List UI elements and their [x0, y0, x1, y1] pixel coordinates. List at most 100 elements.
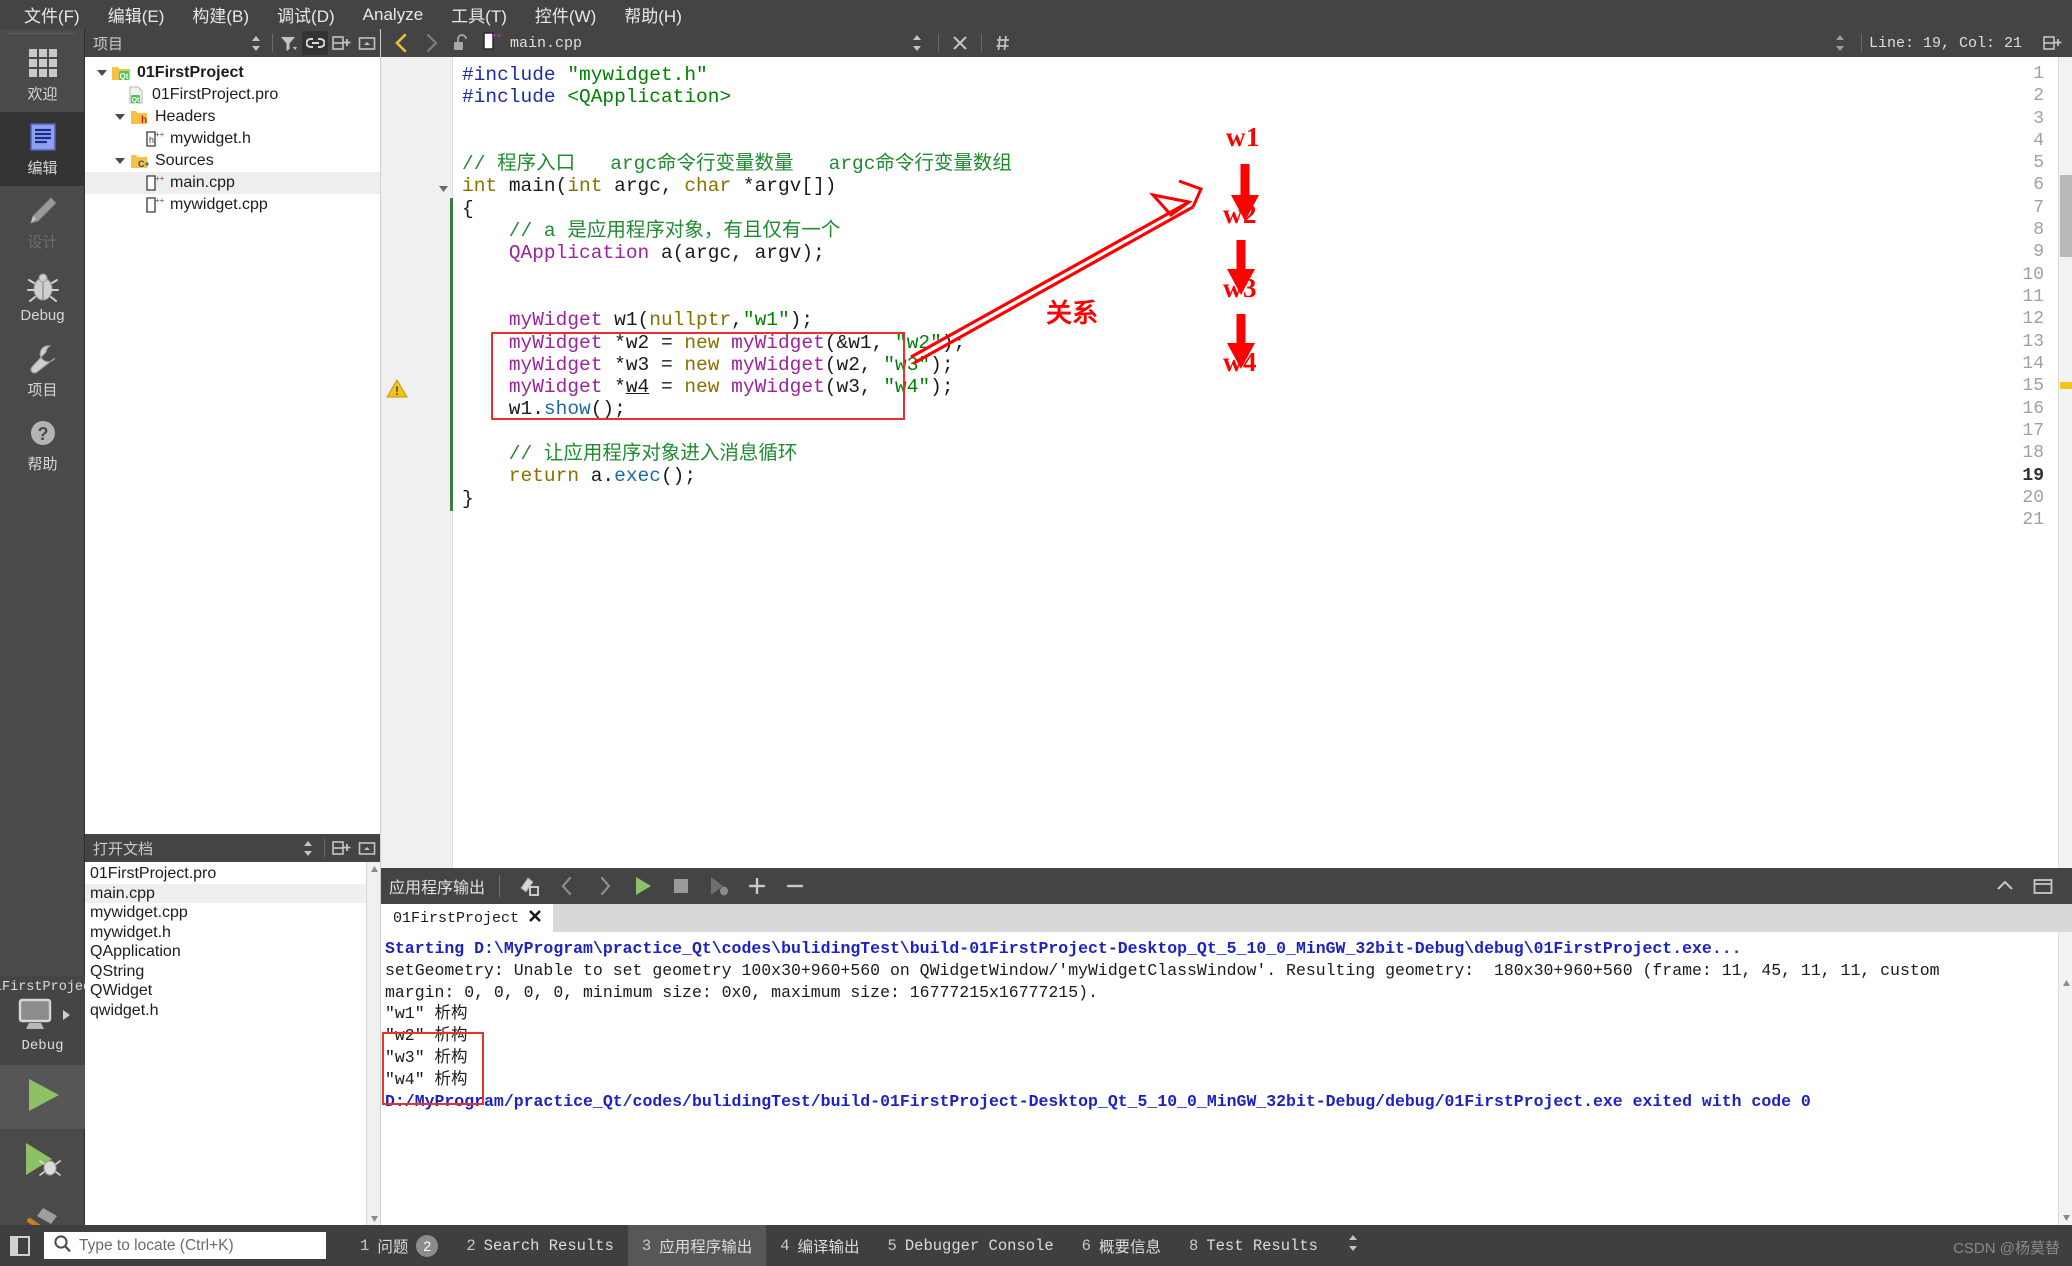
mode-help[interactable]: ? 帮助	[0, 408, 85, 482]
svg-text:!: !	[395, 384, 399, 398]
warning-icon[interactable]: !	[386, 379, 408, 404]
split-add-icon[interactable]	[328, 836, 354, 860]
line-col-indicator: Line: 19, Col: 21	[1868, 34, 2022, 52]
fold-marker-icon[interactable]	[438, 181, 450, 199]
divider	[938, 34, 939, 52]
sb-item-application-output[interactable]: 3 应用程序输出	[627, 1225, 767, 1266]
open-documents-scrollbar[interactable]	[366, 862, 380, 1226]
close-x-icon[interactable]	[946, 30, 974, 56]
mode-debug[interactable]: Debug	[0, 260, 85, 334]
menu-file[interactable]: 文件(F)	[10, 0, 94, 30]
locator-input[interactable]: Type to locate (Ctrl+K)	[44, 1232, 326, 1259]
sb-label: Debugger Console	[904, 1236, 1054, 1255]
tree-item-mywidget-h[interactable]: h ++ mywidget.h	[85, 128, 380, 150]
debug-icon[interactable]	[702, 871, 736, 901]
hash-icon[interactable]	[989, 30, 1017, 56]
tree-item-headers[interactable]: h Headers	[85, 106, 380, 128]
chevron-down-icon[interactable]	[93, 70, 111, 76]
unlock-icon[interactable]	[447, 30, 475, 56]
link-icon[interactable]	[302, 31, 328, 55]
sb-item-general-messages[interactable]: 6 概要信息	[1068, 1225, 1175, 1266]
chevron-down-icon[interactable]	[111, 114, 129, 120]
split-add-icon[interactable]	[328, 31, 354, 55]
editor-scrollbar-thumb[interactable]	[2060, 175, 2072, 257]
output-scrollbar[interactable]	[2058, 932, 2072, 1225]
mode-projects[interactable]: 项目	[0, 334, 85, 408]
stop-icon[interactable]	[664, 871, 698, 901]
sort-filter-icon[interactable]	[243, 31, 269, 55]
tree-item-sources[interactable]: C++ Sources	[85, 150, 380, 172]
split-add-icon[interactable]	[2038, 30, 2066, 56]
scroll-down-icon[interactable]	[2059, 1211, 2072, 1225]
zoom-out-icon[interactable]	[778, 871, 812, 901]
menu-build[interactable]: 构建(B)	[178, 0, 263, 30]
sb-item-issues[interactable]: 1 问题 2	[346, 1225, 452, 1266]
menu-help[interactable]: 帮助(H)	[610, 0, 696, 30]
doc-item-1[interactable]: main.cpp	[85, 883, 380, 903]
tree-item-main-cpp[interactable]: ++ main.cpp	[85, 172, 380, 194]
play-icon	[21, 1075, 65, 1120]
play-bug-icon	[20, 1139, 66, 1184]
updown-arrows-icon[interactable]	[903, 30, 931, 56]
chevron-right-icon[interactable]	[417, 30, 445, 56]
clear-output-icon[interactable]	[512, 871, 546, 901]
menu-edit[interactable]: 编辑(E)	[94, 0, 179, 30]
doc-item-6[interactable]: QWidget	[85, 981, 380, 1001]
run-button[interactable]	[0, 1065, 85, 1129]
issues-count-badge: 2	[416, 1234, 439, 1257]
collapse-icon[interactable]	[354, 31, 380, 55]
divider	[1860, 34, 1862, 52]
next-item-icon[interactable]	[588, 871, 622, 901]
sort-icon[interactable]	[295, 836, 321, 860]
output-text[interactable]: Starting D:\MyProgram\practice_Qt\codes\…	[381, 932, 2072, 1225]
mode-design[interactable]: 设计	[0, 186, 85, 260]
updown-arrows-icon[interactable]	[1332, 1234, 1374, 1257]
chevron-up-icon[interactable]	[1988, 871, 2022, 901]
scroll-up-icon[interactable]	[367, 862, 381, 876]
hpp-file-icon: h ++	[144, 130, 165, 148]
editor-file-selector[interactable]: ++ main.cpp	[481, 30, 901, 57]
sb-item-search-results[interactable]: 2 Search Results	[452, 1225, 628, 1266]
sb-item-compile-output[interactable]: 4 编译输出	[766, 1225, 873, 1266]
tree-item-project[interactable]: Qt 01FirstProject	[85, 62, 380, 84]
doc-item-7[interactable]: qwidget.h	[85, 1001, 380, 1021]
menu-debug[interactable]: 调试(D)	[263, 0, 349, 30]
tree-item-pro-file[interactable]: Qt 01FirstProject.pro	[85, 84, 380, 106]
sb-item-debugger-console[interactable]: 5 Debugger Console	[874, 1225, 1068, 1266]
scroll-up-icon[interactable]	[2059, 976, 2072, 990]
menu-tools[interactable]: 工具(T)	[437, 0, 521, 30]
mode-welcome[interactable]: 欢迎	[0, 38, 85, 112]
prev-item-icon[interactable]	[550, 871, 584, 901]
updown-arrows-icon-right[interactable]	[1826, 30, 1854, 56]
output-tab-01firstproject[interactable]: 01FirstProject	[381, 904, 554, 932]
code-area[interactable]: 1 2 3 4 5 6 7 8 9 10 11 12 13 14 15 16 1…	[381, 57, 2072, 868]
menu-analyze[interactable]: Analyze	[349, 2, 437, 28]
scroll-down-icon[interactable]	[367, 1212, 381, 1226]
doc-item-0[interactable]: 01FirstProject.pro	[85, 864, 380, 884]
doc-item-4[interactable]: QApplication	[85, 942, 380, 962]
sb-item-test-results[interactable]: 8 Test Results	[1175, 1225, 1332, 1266]
doc-item-2[interactable]: mywidget.cpp	[85, 903, 380, 923]
editor-scrollbar[interactable]	[2058, 57, 2072, 868]
tree-item-mywidget-cpp[interactable]: ++ mywidget.cpp	[85, 194, 380, 216]
start-debugging-button[interactable]	[0, 1129, 85, 1193]
mode-edit[interactable]: 编辑	[0, 112, 85, 186]
collapse-icon[interactable]	[354, 836, 380, 860]
zoom-in-icon[interactable]	[740, 871, 774, 901]
maximize-icon[interactable]	[2026, 871, 2060, 901]
chevron-left-icon[interactable]	[387, 30, 415, 56]
doc-item-5[interactable]: QString	[85, 962, 380, 982]
svg-text:h: h	[141, 115, 147, 126]
svg-text:Qt: Qt	[132, 97, 140, 104]
bug-icon	[26, 270, 60, 304]
close-x-icon[interactable]	[527, 908, 543, 929]
sidebar-toggle-icon[interactable]	[0, 1225, 40, 1266]
chevron-down-icon[interactable]	[111, 158, 129, 164]
filter-icon[interactable]	[276, 31, 302, 55]
mode-design-label: 设计	[27, 234, 58, 251]
code-text[interactable]: #include "mywidget.h" #include <QApplica…	[454, 57, 2072, 868]
document-lines-icon	[26, 120, 60, 154]
doc-item-3[interactable]: mywidget.h	[85, 923, 380, 943]
menu-window[interactable]: 控件(W)	[521, 0, 610, 30]
run-icon[interactable]	[626, 871, 660, 901]
